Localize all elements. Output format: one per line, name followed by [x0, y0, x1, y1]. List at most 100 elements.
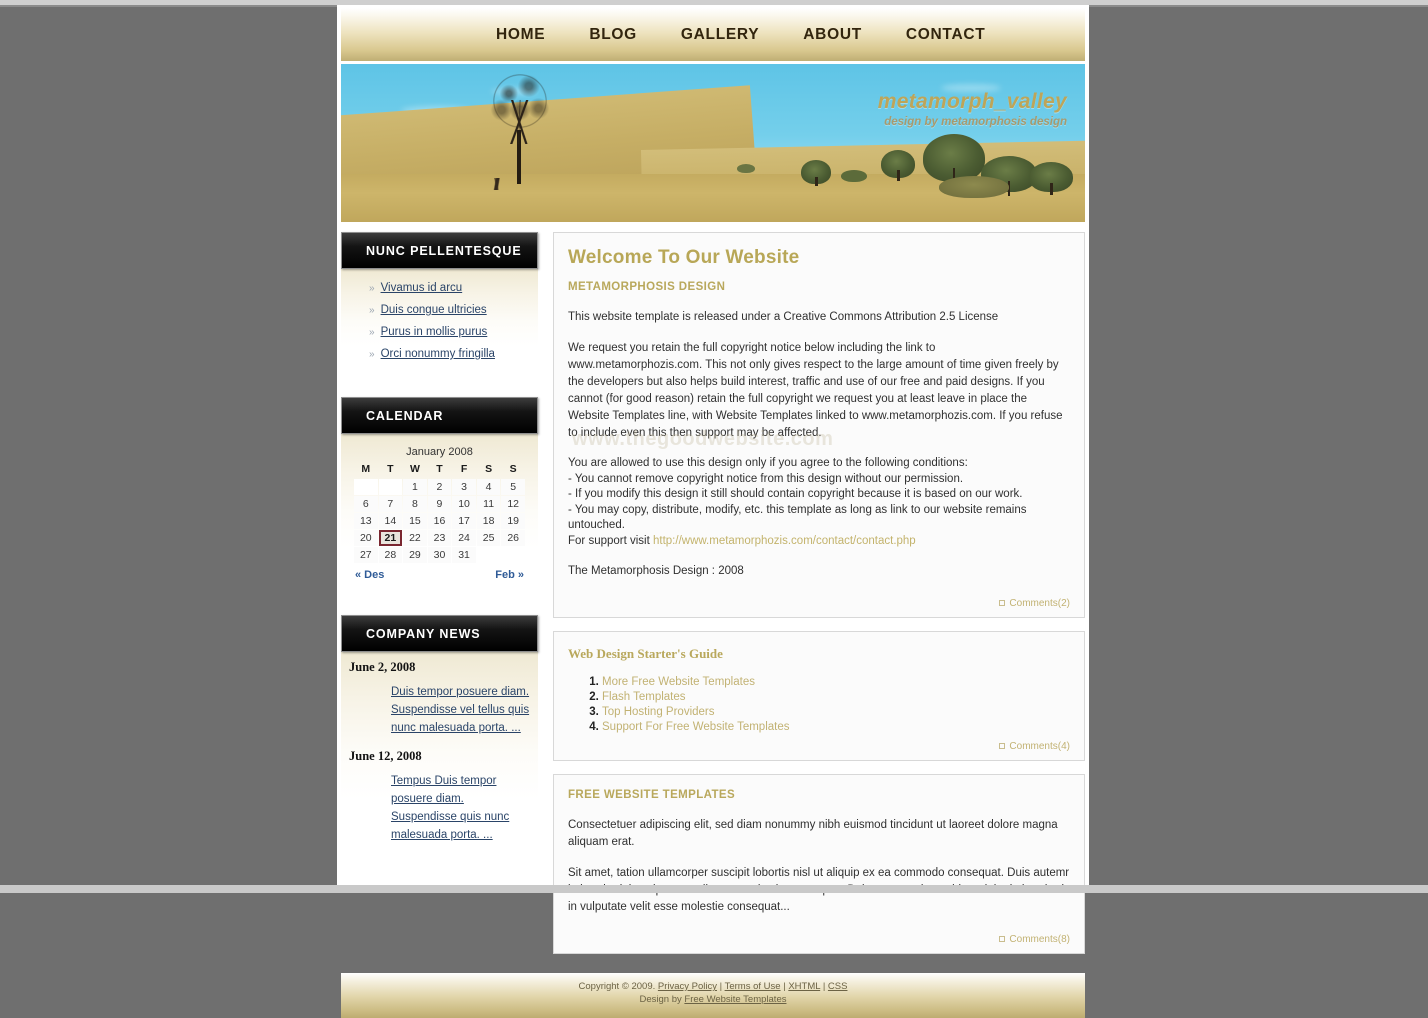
calendar-cell-today[interactable]: 21 [378, 530, 403, 546]
welcome-para-request: We request you retain the full copyright… [568, 342, 1063, 439]
news-link[interactable]: Duis tempor posuere diam. Suspendisse ve… [391, 686, 529, 734]
calendar-cell-day[interactable]: 8 [403, 496, 427, 512]
main-navigation: HOME BLOG GALLERY ABOUT CONTACT [341, 8, 1085, 61]
sidebar-heading-label: COMPANY NEWS [366, 626, 481, 641]
calendar-cell-day[interactable]: 14 [378, 513, 403, 529]
calendar-cell-day[interactable]: 28 [378, 547, 403, 563]
news-entry: Duis tempor posuere diam. Suspendisse ve… [341, 682, 538, 736]
support-url-link[interactable]: http://www.metamorphozis.com/contact/con… [653, 535, 916, 547]
guide-link-support[interactable]: Support For Free Website Templates [602, 721, 790, 733]
site-title: metamorph_valley [877, 90, 1067, 113]
calendar-cell-day[interactable]: 30 [427, 547, 452, 563]
guide-link-more-templates[interactable]: More Free Website Templates [602, 676, 755, 688]
calendar-cell-day[interactable]: 23 [427, 530, 452, 546]
list-item[interactable]: More Free Website Templates [602, 676, 1070, 688]
templates-para-1: Consectetuer adipiscing elit, sed diam n… [568, 819, 1058, 848]
calendar-cell-day[interactable]: 2 [427, 479, 452, 495]
calendar-cell-empty [501, 547, 525, 563]
sidebar-link-orci[interactable]: Orci nonummy fringilla [381, 347, 495, 362]
footer-link-css[interactable]: CSS [828, 981, 848, 992]
footer-separator: | [719, 981, 723, 992]
calendar-cell-day[interactable]: 17 [452, 513, 476, 529]
list-item[interactable]: » Orci nonummy fringilla [369, 347, 538, 362]
footer-link-privacy[interactable]: Privacy Policy [658, 981, 717, 992]
browser-viewport: HOME BLOG GALLERY ABOUT CONTACT metamorp… [0, 0, 1428, 1018]
chevron-right-icon: » [369, 283, 375, 294]
calendar-cell-day[interactable]: 24 [452, 530, 476, 546]
calendar-cell-day[interactable]: 13 [354, 513, 378, 529]
guide-link-flash-templates[interactable]: Flash Templates [602, 691, 686, 703]
guide-link-hosting[interactable]: Top Hosting Providers [602, 706, 715, 718]
calendar-cell-day[interactable]: 5 [501, 479, 525, 495]
calendar-cell-day[interactable]: 27 [354, 547, 378, 563]
calendar-cell-day[interactable]: 29 [403, 547, 427, 563]
header-banner-image: metamorph_valley design by metamorphosis… [341, 63, 1085, 222]
nav-item-about[interactable]: ABOUT [803, 26, 862, 44]
calendar-widget[interactable]: January 2008 M T W T F S S 1 2 3 4 5 6 7… [341, 442, 538, 587]
calendar-cell-day[interactable]: 12 [501, 496, 525, 512]
footer-design-text: Design by [639, 994, 682, 1005]
calendar-cell-day[interactable]: 1 [403, 479, 427, 495]
comment-bullet-icon [999, 600, 1006, 607]
list-item[interactable]: » Vivamus id arcu [369, 281, 538, 296]
comments-link[interactable]: Comments(2) [1009, 598, 1070, 609]
footer-link-xhtml[interactable]: XHTML [788, 981, 820, 992]
calendar-cell-day[interactable]: 3 [452, 479, 476, 495]
weekday-fri: F [460, 463, 468, 475]
sidebar-link-vivamus[interactable]: Vivamus id arcu [381, 281, 463, 296]
nav-item-blog[interactable]: BLOG [589, 26, 637, 44]
sidebar-link-duis[interactable]: Duis congue ultricies [381, 303, 487, 318]
calendar-next-month[interactable]: Feb » [495, 569, 524, 581]
nav-list: HOME BLOG GALLERY ABOUT CONTACT [341, 8, 1085, 61]
comments-row: Comments(2) [568, 594, 1070, 609]
calendar-weekday-row: M T W T F S S [354, 462, 525, 478]
calendar-cell-day[interactable]: 4 [476, 479, 501, 495]
tree-icon [801, 160, 831, 187]
sidebar-block-links: NUNC PELLENTESQUE » Vivamus id arcu » Du… [341, 232, 538, 379]
calendar-cell-day[interactable]: 7 [378, 496, 403, 512]
calendar-cell-day[interactable]: 25 [476, 530, 501, 546]
calendar-cell-day[interactable]: 11 [476, 496, 501, 512]
shrub-shape [939, 176, 1009, 198]
calendar-nav: « Des Feb » [353, 564, 526, 581]
weekday-thu: T [436, 463, 443, 475]
tree-icon [1029, 162, 1073, 195]
footer-separator: | [822, 981, 826, 992]
calendar-cell-empty [378, 479, 403, 495]
calendar-cell-day[interactable]: 18 [476, 513, 501, 529]
comments-link[interactable]: Comments(4) [1009, 741, 1070, 752]
calendar-prev-month[interactable]: « Des [355, 569, 384, 581]
calendar-cell-day[interactable]: 19 [501, 513, 525, 529]
nav-item-home[interactable]: HOME [496, 26, 545, 44]
calendar-cell-day[interactable]: 26 [501, 530, 525, 546]
list-item[interactable]: » Duis congue ultricies [369, 303, 538, 318]
calendar-cell-day[interactable]: 10 [452, 496, 476, 512]
calendar-cell-day[interactable]: 15 [403, 513, 427, 529]
sidebar-heading-calendar: CALENDAR [341, 397, 538, 434]
sidebar: NUNC PELLENTESQUE » Vivamus id arcu » Du… [341, 232, 538, 880]
list-item[interactable]: Flash Templates [602, 691, 1070, 703]
calendar-grid: 1 2 3 4 5 6 7 8 9 10 11 12 13 14 15 16 17 18 19 20 21 22 23 24 2… [354, 479, 525, 563]
welcome-condition-2: - If you modify this design it still sho… [568, 488, 1023, 500]
sidebar-link-purus[interactable]: Purus in mollis purus [381, 325, 488, 340]
calendar-cell-day[interactable]: 22 [403, 530, 427, 546]
footer-link-terms[interactable]: Terms of Use [725, 981, 781, 992]
list-item[interactable]: Support For Free Website Templates [602, 721, 1070, 733]
calendar-cell-day[interactable]: 31 [452, 547, 476, 563]
footer-design-line: Design by Free Website Templates [341, 993, 1085, 1006]
calendar-cell-day[interactable]: 6 [354, 496, 378, 512]
site-subtitle: design by metamorphosis design [884, 116, 1067, 128]
calendar-week-row: 27 28 29 30 31 [354, 547, 525, 563]
list-item[interactable]: » Purus in mollis purus [369, 325, 538, 340]
calendar-cell-day[interactable]: 9 [427, 496, 452, 512]
calendar-cell-empty [476, 547, 501, 563]
nav-item-gallery[interactable]: GALLERY [681, 26, 759, 44]
calendar-cell-day[interactable]: 20 [354, 530, 378, 546]
tree-icon [923, 134, 985, 187]
nav-item-contact[interactable]: CONTACT [906, 26, 986, 44]
list-item[interactable]: Top Hosting Providers [602, 706, 1070, 718]
footer-link-design[interactable]: Free Website Templates [684, 994, 786, 1005]
calendar-cell-day[interactable]: 16 [427, 513, 452, 529]
news-link[interactable]: Tempus Duis tempor posuere diam. Suspend… [391, 775, 509, 841]
comments-link[interactable]: Comments(8) [1009, 934, 1070, 945]
